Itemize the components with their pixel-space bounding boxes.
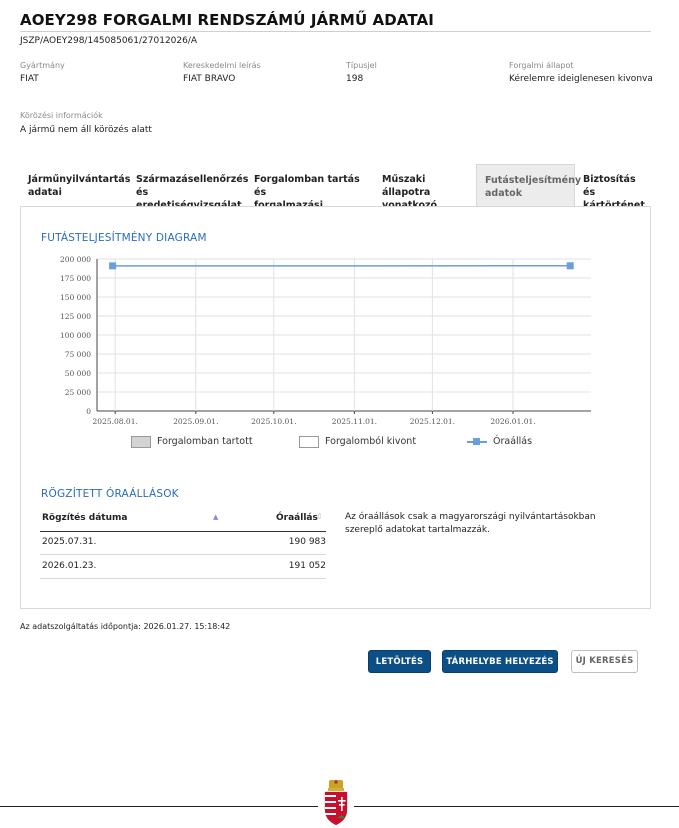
legend-swatch-odometer (467, 436, 487, 448)
sort-both-icon[interactable]: ⇕ (316, 512, 323, 521)
row-date: 2025.07.31. (42, 537, 97, 547)
x-tick-label: 2025.11.01. (332, 417, 377, 426)
tab-origin-line1: Származásellenőrzés (136, 174, 249, 185)
legend-item-withdrawn[interactable]: Forgalomból kivont (299, 435, 416, 451)
page-title: AOEY298 FORGALMI RENDSZÁMÚ JÁRMŰ ADATAI (20, 11, 434, 29)
x-tick-label: 2025.09.01. (173, 417, 218, 426)
y-tick-label: 125 000 (60, 312, 91, 321)
legend-item-odometer[interactable]: Óraállás (467, 435, 532, 451)
tab-insurance-line1: Biztosítás és (583, 174, 636, 198)
tab-origin[interactable]: Származásellenőrzés és eredetiségvizsgál… (128, 164, 249, 211)
download-button[interactable]: LETÖLTÉS (368, 650, 431, 673)
wanted-label: Körözési információk (20, 111, 103, 120)
title-divider (20, 31, 651, 32)
tab-restrictions[interactable]: Forgalomban tartás és forgalmazási korlá… (246, 164, 374, 224)
legend-item-in-service[interactable]: Forgalomban tartott (131, 435, 253, 451)
wanted-value: A jármű nem áll körözés alatt (20, 125, 152, 135)
y-tick-label: 175 000 (60, 274, 91, 283)
chart-legend: Forgalomban tartott Forgalomból kivont Ó… (131, 435, 561, 451)
y-tick-label: 50 000 (65, 369, 91, 378)
tab-registry-line2: adatai (28, 187, 62, 198)
x-tick-label: 2025.10.01. (251, 417, 296, 426)
y-tick-label: 25 000 (65, 388, 91, 397)
y-tick-label: 200 000 (60, 255, 91, 264)
legend-swatch-in-service (131, 435, 151, 448)
table-row: 2026.01.23. 191 052 (40, 555, 326, 579)
mileage-chart: 0 25 000 50 000 75 000 100 000 125 000 150 000… (60, 255, 591, 426)
tab-technical[interactable]: Műszaki állapotra vonatkozó adatok (374, 164, 476, 224)
tab-mileage[interactable]: Futásteljesítmény adatok (476, 164, 582, 207)
legend-swatch-withdrawn (299, 435, 319, 448)
footer-divider-left (0, 806, 318, 807)
tab-mileage-line2: adatok (485, 188, 523, 199)
reference-id: JSZP/AOEY298/145085061/27012026/A (20, 36, 198, 46)
new-search-button[interactable]: ÚJ KERESÉS (571, 650, 638, 673)
y-tick-label: 100 000 (60, 331, 91, 340)
tab-bar: Járműnyilvántartás adatai Származásellen… (20, 164, 651, 224)
row-value: 191 052 (288, 561, 326, 571)
odometer-point (566, 262, 574, 270)
coat-of-arms-icon (324, 780, 348, 826)
tab-insurance[interactable]: Biztosítás és kártörténet (575, 164, 651, 211)
tab-technical-line1: Műszaki állapotra (382, 174, 431, 198)
sort-asc-icon[interactable]: ▲ (213, 513, 218, 521)
legend-label-in-service: Forgalomban tartott (157, 436, 253, 447)
type-label: Típusjel (346, 61, 377, 70)
odometer-point (109, 262, 117, 270)
manufacturer-value: FIAT (20, 74, 39, 84)
diagram-title: FUTÁSTELJESÍTMÉNY DIAGRAM (41, 232, 207, 244)
tab-registry[interactable]: Járműnyilvántartás adatai (20, 164, 131, 207)
y-tick-label: 75 000 (65, 350, 91, 359)
status-label: Forgalmi állapot (509, 61, 574, 70)
row-value: 190 983 (288, 537, 326, 547)
y-tick-label: 150 000 (60, 293, 91, 302)
status-value: Kérelemre ideiglenesen kivonva (509, 74, 653, 84)
type-value: 198 (346, 74, 364, 84)
x-tick-label: 2026.01.01. (490, 417, 535, 426)
table-row: 2025.07.31. 190 983 (40, 531, 326, 555)
data-timestamp: Az adatszolgáltatás időpontja: 2026.01.2… (20, 622, 231, 631)
column-value-header[interactable]: Óraállás (276, 513, 318, 523)
tab-mileage-line1: Futásteljesítmény (485, 175, 582, 186)
x-tick-label: 2025.08.01. (93, 417, 138, 426)
tab-registry-line1: Járműnyilvántartás (28, 174, 131, 185)
x-tick-label: 2025.12.01. (410, 417, 455, 426)
trade-label: Kereskedelmi leírás (183, 61, 261, 70)
records-title: RÖGZÍTETT ÓRAÁLLÁSOK (41, 488, 179, 500)
tab-restrictions-line1: Forgalomban tartás és (254, 174, 360, 198)
row-date: 2026.01.23. (42, 561, 97, 571)
manufacturer-label: Gyártmány (20, 61, 65, 70)
legend-label-odometer: Óraállás (493, 436, 533, 447)
column-date-header[interactable]: Rögzítés dátuma (42, 513, 127, 523)
footer-divider-right (354, 806, 679, 807)
legend-label-withdrawn: Forgalomból kivont (325, 436, 417, 447)
save-to-storage-button[interactable]: TÁRHELYBE HELYEZÉS (442, 650, 558, 673)
table-header: Rögzítés dátuma ▲ Óraállás ⇕ (40, 509, 326, 532)
y-tick-label: 0 (86, 407, 91, 416)
trade-value: FIAT BRAVO (183, 74, 236, 84)
records-note: Az óraállások csak a magyarországi nyilv… (345, 512, 596, 535)
